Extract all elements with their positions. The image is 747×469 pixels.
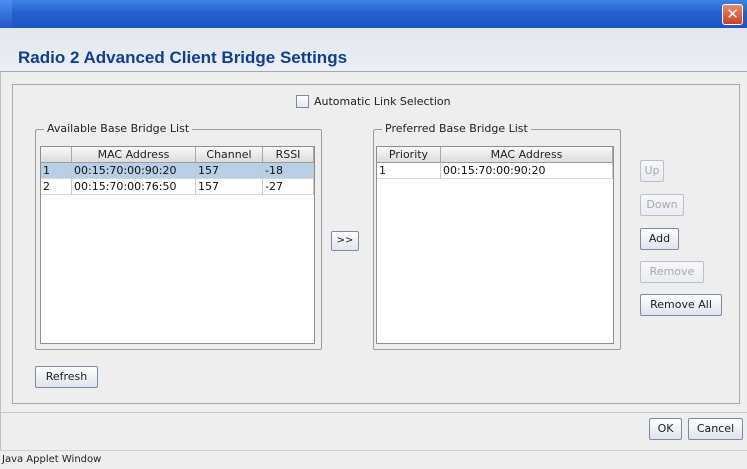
footer-divider bbox=[0, 412, 747, 413]
column-header-mac[interactable]: MAC Address bbox=[441, 147, 613, 162]
down-button[interactable]: Down bbox=[640, 194, 684, 216]
row-mac: 00:15:70:00:90:20 bbox=[72, 163, 196, 179]
header-divider bbox=[0, 71, 747, 72]
automatic-link-selection[interactable]: Automatic Link Selection bbox=[296, 93, 451, 109]
row-mac: 00:15:70:00:76:50 bbox=[72, 179, 196, 195]
up-button[interactable]: Up bbox=[640, 160, 664, 182]
automatic-link-selection-label: Automatic Link Selection bbox=[314, 94, 451, 108]
table-header: Priority MAC Address bbox=[377, 147, 613, 163]
row-priority: 1 bbox=[377, 163, 441, 179]
page-title: Radio 2 Advanced Client Bridge Settings bbox=[18, 48, 348, 67]
preferred-bridge-title: Preferred Base Bridge List bbox=[382, 122, 531, 135]
table-row[interactable]: 1 00:15:70:00:90:20 bbox=[377, 163, 613, 179]
remove-button[interactable]: Remove bbox=[640, 261, 704, 283]
cancel-button[interactable]: Cancel bbox=[688, 418, 743, 440]
automatic-link-selection-checkbox[interactable] bbox=[296, 94, 309, 108]
column-header-priority[interactable]: Priority bbox=[377, 147, 441, 162]
titlebar-edge bbox=[0, 0, 12, 28]
preferred-bridge-table[interactable]: Priority MAC Address 1 00:15:70:00:90:20 bbox=[376, 146, 614, 344]
close-icon[interactable]: ✕ bbox=[722, 4, 743, 25]
available-bridge-title: Available Base Bridge List bbox=[44, 122, 193, 135]
column-header-channel[interactable]: Channel bbox=[196, 147, 263, 162]
column-header-mac[interactable]: MAC Address bbox=[72, 147, 196, 162]
row-rssi: -27 bbox=[263, 179, 314, 195]
refresh-button[interactable]: Refresh bbox=[35, 366, 98, 388]
row-channel: 157 bbox=[196, 179, 263, 195]
available-bridge-table[interactable]: MAC Address Channel RSSI 1 00:15:70:00:9… bbox=[40, 146, 315, 344]
remove-all-button[interactable]: Remove All bbox=[640, 294, 722, 316]
add-button[interactable]: Add bbox=[640, 228, 679, 250]
move-to-preferred-button[interactable]: >> bbox=[331, 231, 359, 251]
row-index: 1 bbox=[41, 163, 72, 179]
window-titlebar: ✕ bbox=[0, 0, 747, 28]
status-bar: Java Applet Window bbox=[0, 450, 747, 469]
column-header-rssi[interactable]: RSSI bbox=[263, 147, 314, 162]
row-rssi: -18 bbox=[263, 163, 314, 179]
ok-button[interactable]: OK bbox=[649, 418, 682, 440]
row-channel: 157 bbox=[196, 163, 263, 179]
table-row[interactable]: 2 00:15:70:00:76:50 157 -27 bbox=[41, 179, 314, 195]
row-mac: 00:15:70:00:90:20 bbox=[441, 163, 613, 179]
table-row[interactable]: 1 00:15:70:00:90:20 157 -18 bbox=[41, 163, 314, 179]
row-index: 2 bbox=[41, 179, 72, 195]
column-header-index[interactable] bbox=[41, 147, 72, 162]
table-header: MAC Address Channel RSSI bbox=[41, 147, 314, 163]
